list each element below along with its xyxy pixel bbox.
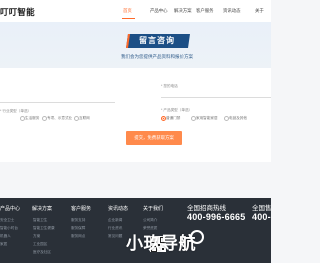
footer-col-news-title: 资讯动态 <box>108 206 129 212</box>
footer-link[interactable]: 工业园区 <box>33 242 47 247</box>
footer-link[interactable]: 公司简介 <box>143 218 157 223</box>
footer-link[interactable]: 智能卫生 <box>33 218 47 223</box>
product-option-2[interactable]: 家用智能家居 <box>196 116 218 121</box>
footer-link[interactable]: 方案 <box>33 234 40 239</box>
footer-link[interactable]: 智能卫生健康 <box>33 226 55 231</box>
industry-option-2[interactable]: 专项、示意式业 <box>47 116 72 121</box>
footer-link[interactable]: 服务保障 <box>71 226 85 231</box>
footer-link[interactable]: 智能小时台 <box>0 226 18 231</box>
nav-active-underline <box>122 18 135 19</box>
nav-products[interactable]: 产品中心 <box>150 8 168 16</box>
product-option-1[interactable]: 普通门禁 <box>166 116 180 121</box>
hotline-label: 全国招商热线 <box>187 205 226 212</box>
submit-button[interactable]: 提交，免费获取方案 <box>126 131 182 145</box>
contact-form <box>0 68 271 162</box>
footer-col-services-title: 客户服务 <box>71 206 92 212</box>
nav-services[interactable]: 客户服务 <box>196 8 214 16</box>
phone-label: * 您的电话 <box>161 84 178 88</box>
hotline-label-2: 全国售 <box>252 205 272 212</box>
nav-solutions[interactable]: 解决方案 <box>174 8 192 16</box>
footer-link[interactable]: 服务支持 <box>71 218 85 223</box>
site-logo[interactable]: 叮叮智能 <box>0 6 35 18</box>
nav-home[interactable]: 首页 <box>123 8 132 16</box>
footer-link[interactable]: 医疗及社区 <box>33 250 51 255</box>
footer-link[interactable]: 安全卫士 <box>0 218 14 223</box>
footer-col-about-title: 关于我们 <box>143 206 164 212</box>
industry-option-1[interactable]: 生活服务 <box>25 116 39 121</box>
watermark-text: 小玖导航 <box>126 234 196 253</box>
footer-link[interactable]: 服务网点 <box>71 234 85 239</box>
page-subtitle: 我们会为您提供产品资料和报价方案 <box>121 54 193 59</box>
page-title: 留言咨询 <box>139 36 175 45</box>
footer-link[interactable]: 企业新闻 <box>108 218 122 223</box>
footer-col-products-title: 产品中心 <box>0 206 21 212</box>
nav-about[interactable]: 关于 <box>255 8 264 16</box>
watermark-globe-icon <box>190 230 204 244</box>
nav-news[interactable]: 资讯动态 <box>223 8 241 16</box>
hotline-number[interactable]: 400-996-6665 <box>187 212 245 222</box>
footer-link[interactable]: 行业资讯 <box>108 226 122 231</box>
left-top-input[interactable] <box>0 102 115 103</box>
phone-input[interactable] <box>161 97 271 98</box>
industry-option-3[interactable]: 互联网 <box>79 116 90 121</box>
footer-col-solutions-title: 解决方案 <box>32 206 53 212</box>
product-label: * 产品类型（单选） <box>161 108 193 112</box>
hotline-number-2[interactable]: 400- <box>252 212 271 222</box>
footer-link[interactable]: 机器人 <box>0 234 11 239</box>
industry-label: * 行业类型（单选） <box>0 109 32 113</box>
footer-link[interactable]: 常见问题 <box>108 234 122 239</box>
footer-link[interactable]: 家居 <box>0 242 7 247</box>
product-option-3[interactable]: 电锁及其他 <box>229 116 247 121</box>
